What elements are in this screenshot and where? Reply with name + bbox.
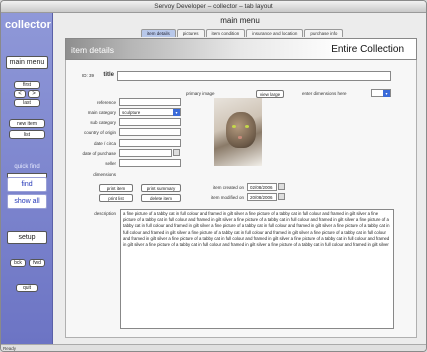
app-logo: collector: [5, 19, 51, 31]
window-title: Servoy Developer – collector – tab layou…: [1, 1, 426, 13]
sub-category-field[interactable]: [119, 118, 181, 126]
chevron-down-icon: ▾: [173, 109, 180, 116]
main-category-label: main category: [87, 110, 116, 115]
title-field[interactable]: [117, 71, 391, 81]
calendar-icon[interactable]: [173, 149, 180, 156]
primary-image-label: primary image: [186, 91, 215, 96]
last-record-button[interactable]: last: [14, 99, 40, 107]
tab-pictures[interactable]: pictures: [176, 29, 205, 37]
status-bar: Ready: [1, 344, 426, 351]
purchase-date-label: date of purchase: [82, 151, 116, 156]
cat-photo: [226, 112, 256, 148]
dimensions-select[interactable]: ▾: [371, 89, 391, 97]
country-label: country of origin: [83, 130, 116, 135]
sub-category-label: sub category: [90, 120, 116, 125]
cat-nose: [238, 136, 242, 139]
delete-item-button[interactable]: delete item: [141, 194, 181, 202]
back-button[interactable]: bck: [10, 259, 26, 267]
seller-label: seller: [105, 161, 116, 166]
chevron-down-icon: ▾: [383, 90, 390, 97]
item-details-form: ID: 39 title reference main category scu…: [65, 60, 417, 338]
tab-insurance-location[interactable]: insurance and location: [246, 29, 304, 37]
modified-field[interactable]: 20/08/2006: [247, 193, 277, 201]
tab-bar: item details pictures item condition ins…: [141, 29, 344, 37]
purchase-date-field[interactable]: [119, 149, 172, 157]
calendar-icon[interactable]: [278, 193, 285, 200]
quick-find-label: quick find: [14, 164, 40, 170]
calendar-icon[interactable]: [278, 183, 285, 190]
tab-item-condition[interactable]: item condition: [205, 29, 246, 37]
modified-label: item modified on: [210, 195, 244, 200]
new-item-button[interactable]: new item: [9, 119, 45, 128]
show-all-button[interactable]: show all: [7, 194, 47, 209]
description-field[interactable]: a fine picture of a tabby cat in full co…: [120, 209, 394, 329]
setup-button[interactable]: setup: [7, 231, 47, 244]
view-large-button[interactable]: view large: [256, 90, 284, 98]
find-button[interactable]: find: [7, 177, 47, 192]
banner-collection: Entire Collection: [331, 44, 404, 55]
section-banner: item details Entire Collection: [65, 38, 417, 60]
created-label: item created on: [212, 185, 244, 190]
title-label: title: [103, 72, 114, 78]
id-label: ID: 39: [81, 73, 94, 78]
print-summary-button[interactable]: print summary: [141, 184, 181, 192]
print-item-button[interactable]: print item: [99, 184, 133, 192]
app-window: Servoy Developer – collector – tab layou…: [0, 0, 427, 352]
reference-field[interactable]: [119, 98, 181, 106]
quit-button[interactable]: quit: [16, 284, 38, 292]
primary-image: [214, 98, 262, 166]
list-button[interactable]: list: [9, 130, 45, 139]
main-menu-button[interactable]: main menu: [6, 56, 48, 69]
description-label: description: [94, 211, 116, 216]
date-circa-field[interactable]: [119, 139, 181, 147]
date-circa-label: date / circa: [93, 141, 116, 146]
tab-item-details[interactable]: item details: [141, 29, 176, 37]
first-record-button[interactable]: first: [14, 81, 40, 89]
sidebar: collector main menu first < > last new i…: [1, 13, 53, 345]
cat-eye-right: [245, 125, 249, 128]
prev-record-button[interactable]: <: [14, 90, 26, 98]
page-title: main menu: [220, 16, 260, 25]
main-category-value: sculpture: [122, 110, 141, 115]
reference-label: reference: [96, 100, 116, 105]
seller-field[interactable]: [119, 159, 181, 167]
print-list-button[interactable]: print list: [99, 194, 133, 202]
cat-eye-left: [232, 125, 236, 128]
created-field[interactable]: 02/08/2006: [247, 183, 277, 191]
main-category-select[interactable]: sculpture ▾: [119, 108, 181, 116]
enter-dimensions-label: enter dimensions here: [302, 91, 347, 96]
tab-purchase-info[interactable]: purchase info: [304, 29, 344, 37]
banner-title: item details: [71, 45, 114, 55]
forward-button[interactable]: fwd: [29, 259, 45, 267]
next-record-button[interactable]: >: [28, 90, 40, 98]
dimensions-label: dimensions: [93, 172, 116, 177]
country-field[interactable]: [119, 128, 181, 136]
